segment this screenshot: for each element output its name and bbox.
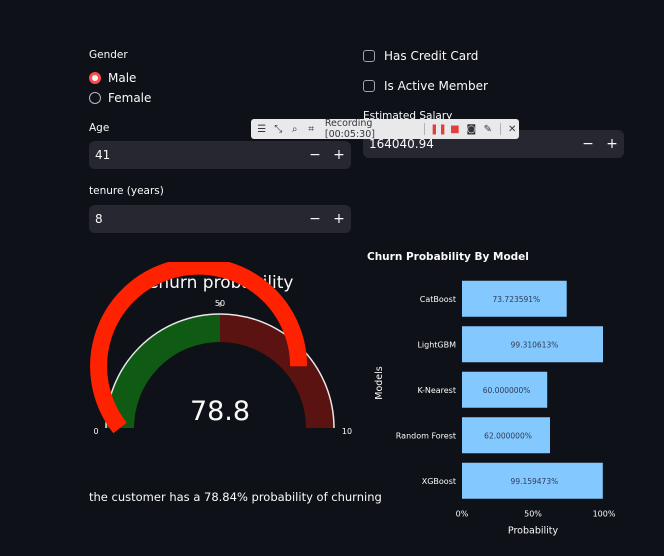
age-increment-button[interactable]: +	[327, 147, 351, 163]
is-active-member-checkbox[interactable]: Is Active Member	[363, 79, 488, 93]
age-decrement-button[interactable]: −	[303, 147, 327, 163]
has-credit-card-label: Has Credit Card	[384, 49, 479, 63]
toolbar-divider	[424, 123, 426, 135]
gauge-value: 78.8	[190, 396, 250, 427]
gender-option-male[interactable]: Male	[89, 71, 136, 85]
category-label: XGBoost	[422, 477, 456, 486]
x-tick-label: 100%	[593, 510, 616, 519]
category-label: CatBoost	[420, 295, 456, 304]
tenure-increment-button[interactable]: +	[327, 211, 351, 227]
chart-title: Churn Probability By Model	[367, 251, 529, 263]
pause-icon[interactable]: ❚❚	[430, 124, 447, 135]
model-probability-chart: CatBoost 73.723591% LightGBM 99.310613% K-Ne…	[374, 280, 616, 537]
camera-icon[interactable]: ◙	[465, 124, 478, 135]
churn-result-text: the customer has a 78.84% probability of…	[89, 490, 382, 504]
menu-icon[interactable]: ☰	[255, 124, 268, 135]
crop-icon[interactable]: ⌗	[304, 124, 317, 135]
gauge-min-label: 0	[93, 427, 98, 436]
tenure-stepper: 8 − +	[89, 205, 351, 233]
tenure-input[interactable]: 8	[89, 212, 303, 226]
bar-data-label: 62.000000%	[484, 431, 532, 440]
x-axis-label: Probability	[508, 526, 559, 537]
gender-option-label: Female	[108, 91, 152, 105]
bar-data-label: 60.000000%	[483, 386, 531, 395]
bar-data-label: 73.723591%	[493, 295, 541, 304]
gender-label: Gender	[89, 49, 128, 61]
has-credit-card-checkbox[interactable]: Has Credit Card	[363, 49, 478, 63]
recording-toolbar: ☰ ⤡ ⌕ ⌗ Recording [00:05:30] ❚❚ ■ ◙ ✎ ✕	[251, 118, 519, 140]
age-label: Age	[89, 122, 110, 134]
zoom-region-icon[interactable]: ⌕	[288, 124, 301, 135]
checkbox-icon	[363, 50, 375, 62]
gender-option-female[interactable]: Female	[89, 91, 151, 105]
salary-increment-button[interactable]: +	[600, 136, 624, 152]
churn-gauge: Churn probability 50 0 10 78.8	[90, 262, 352, 436]
age-stepper: 41 − +	[89, 141, 351, 169]
category-label: K-Nearest	[418, 386, 456, 395]
salary-decrement-button[interactable]: −	[576, 136, 600, 152]
tenure-decrement-button[interactable]: −	[303, 211, 327, 227]
x-tick-label: 0%	[456, 510, 469, 519]
radio-unselected-icon	[89, 92, 101, 104]
recording-status: Recording [00:05:30]	[324, 118, 375, 140]
close-icon[interactable]: ✕	[505, 124, 518, 135]
checkbox-icon	[363, 80, 375, 92]
stop-icon[interactable]: ■	[448, 124, 461, 135]
age-input[interactable]: 41	[89, 148, 303, 162]
category-label: Random Forest	[396, 431, 456, 440]
bar-data-label: 99.159473%	[511, 477, 559, 486]
radio-selected-icon	[89, 72, 101, 84]
tenure-label: tenure (years)	[89, 185, 164, 197]
is-active-member-label: Is Active Member	[384, 79, 488, 93]
bar-data-label: 99.310613%	[511, 340, 559, 349]
gauge-max-label: 10	[342, 427, 352, 436]
category-label: LightGBM	[417, 340, 456, 349]
y-axis-label: Models	[374, 366, 385, 400]
pen-icon[interactable]: ✎	[481, 124, 494, 135]
gender-option-label: Male	[108, 71, 137, 85]
collapse-icon[interactable]: ⤡	[271, 124, 284, 135]
gauge-mid-label: 50	[215, 299, 225, 308]
toolbar-divider	[499, 123, 501, 135]
x-tick-label: 50%	[524, 510, 542, 519]
